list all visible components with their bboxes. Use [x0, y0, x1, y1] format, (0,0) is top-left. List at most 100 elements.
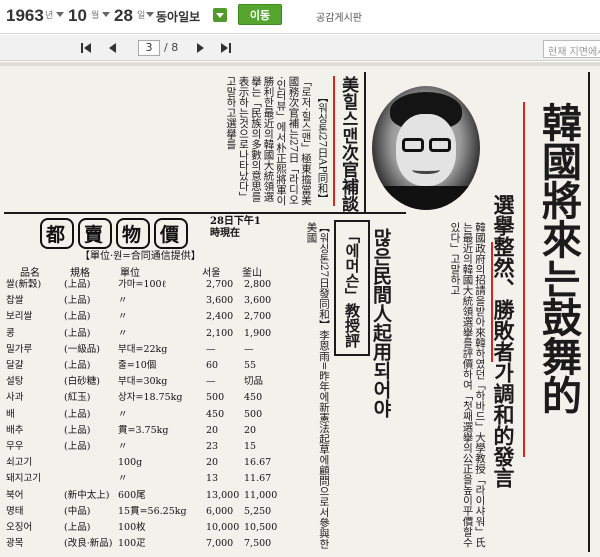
chevron-down-icon[interactable]	[102, 12, 110, 17]
table-row: 쌀(新穀) (上品) 가마=100ℓ 2,700 2,800	[6, 278, 272, 291]
table-cell: 20	[206, 424, 219, 436]
table-cell: 15貫=56.25kg	[118, 505, 187, 517]
day-select[interactable]: 28	[114, 5, 133, 27]
table-cell: 1,900	[244, 327, 272, 339]
page-navigation-bar: 3 / 8 현재 지면에서	[0, 35, 600, 61]
last-page-button[interactable]	[220, 41, 234, 55]
table-cell: —	[206, 343, 216, 355]
table-cell: 보리쌀	[6, 311, 33, 323]
main-subhead: 選擧整然、勝敗者가調和的發言	[491, 194, 516, 488]
last-page-icon	[229, 43, 231, 53]
table-cell: —	[206, 376, 216, 388]
paper-edge	[0, 62, 600, 66]
col-header: 品名	[20, 268, 40, 279]
portrait-photo	[372, 86, 480, 210]
table-cell: (中品)	[64, 505, 91, 517]
civil-article-subtitle: 「에머슨」教授評	[343, 228, 361, 348]
table-cell: 설탕	[6, 376, 24, 388]
photo-suit	[372, 186, 480, 210]
prev-page-button[interactable]	[106, 41, 120, 55]
table-cell: 광목	[6, 538, 24, 550]
table-cell: 배	[6, 408, 15, 420]
table-cell: 100疋	[118, 538, 146, 550]
year-unit: 년	[45, 11, 54, 21]
table-row: 북어 (新中太上) 600尾 13,000 11,000	[6, 489, 277, 502]
table-cell: 〃	[118, 295, 128, 307]
table-row: 설탕 (白砂糖) 부대=30kg — 切品	[6, 375, 272, 388]
table-cell: 450	[244, 392, 263, 404]
newspaper-dropdown-icon[interactable]	[213, 8, 227, 22]
month-select[interactable]: 10	[68, 5, 87, 27]
table-cell: (新中太上)	[64, 489, 110, 501]
first-page-arrow-icon	[84, 43, 91, 53]
table-cell: 7,000	[206, 538, 234, 550]
table-cell: 13,000	[206, 489, 240, 501]
col-header: 釜山	[242, 268, 262, 279]
table-cell: 북어	[6, 489, 24, 501]
table-cell: 오징어	[6, 522, 33, 533]
table-cell: 貫=3.75kg	[118, 424, 169, 436]
table-cell: 55	[244, 360, 257, 371]
chevron-down-icon[interactable]	[146, 12, 154, 17]
chevron-down-icon[interactable]	[56, 12, 64, 17]
table-cell: 2,800	[244, 279, 272, 290]
price-title-char: 價	[154, 218, 189, 249]
table-cell: 5,250	[244, 505, 272, 517]
table-cell: (上品)	[64, 360, 91, 371]
civil-article-body: 【워싱톤27日發同和】李恩雨=昨年에新憲法起草에顧問으로서參與한美國	[305, 222, 331, 549]
prev-page-icon	[109, 43, 116, 53]
table-cell: 600尾	[118, 489, 146, 501]
table-cell: 2,100	[206, 327, 234, 339]
table-cell: 15	[244, 441, 257, 452]
table-cell: 20	[244, 424, 257, 436]
main-headline: 韓國將來는鼓舞的	[535, 102, 582, 414]
go-button[interactable]: 이동	[238, 4, 282, 25]
table-cell: 60	[206, 360, 219, 371]
table-cell: 2,700	[244, 311, 272, 323]
red-highlight-line	[523, 102, 525, 457]
photo-glasses-left	[402, 138, 424, 152]
table-cell: 돼지고기	[6, 473, 41, 485]
table-cell: 20	[206, 457, 219, 469]
next-page-icon	[197, 43, 204, 53]
table-cell: 상자=18.75kg	[118, 392, 183, 404]
table-row: 배 (上品) 〃 450 500	[6, 408, 272, 421]
next-page-button[interactable]	[194, 41, 208, 55]
current-page-input[interactable]: 3	[138, 40, 160, 56]
last-page-arrow-icon	[221, 43, 228, 53]
table-cell: 6,000	[206, 505, 234, 517]
board-link[interactable]: 공감게시판	[316, 9, 362, 24]
table-cell: 〃	[118, 473, 128, 485]
red-highlight-line	[333, 76, 335, 206]
main-article-body: 韓國政府의招請을받아來韓하였던「하바드」大學教授「라이샤워」氏는最近의韓國大統領…	[449, 222, 486, 548]
table-cell: 10,500	[244, 522, 278, 533]
table-row: 광목 (改良·新品) 100疋 7,000 7,500	[6, 537, 272, 550]
page-search-input[interactable]: 현재 지면에서	[543, 40, 600, 58]
first-page-button[interactable]	[80, 41, 94, 55]
table-cell: 16.67	[244, 457, 272, 469]
year-select[interactable]: 1963	[6, 5, 44, 27]
total-pages: / 8	[164, 41, 179, 54]
table-cell: 배추	[6, 424, 24, 436]
table-row: 사과 (紅玉) 상자=18.75kg 500 450	[6, 391, 272, 404]
table-cell: 2,700	[206, 279, 234, 290]
table-cell: (上品)	[64, 424, 91, 436]
table-cell: —	[244, 343, 254, 355]
table-row: 돼지고기 〃 13 11.67	[6, 472, 272, 485]
photo-glasses-right	[429, 138, 451, 152]
col-header: 單位	[120, 268, 140, 279]
date-navigation-bar: 1963 년 10 월 28 일 동아일보 이동 공감게시판	[0, 0, 600, 34]
photo-mouth	[412, 166, 440, 174]
table-cell: 찹쌀	[6, 295, 24, 307]
table-cell: 쇠고기	[6, 457, 33, 469]
hilsman-dateline: 【워싱톤27日AP同和】	[316, 92, 329, 205]
section-divider	[4, 212, 406, 214]
table-cell: (上品)	[64, 522, 91, 533]
table-cell: 명태	[6, 505, 24, 517]
newspaper-select[interactable]: 동아일보	[156, 8, 200, 25]
table-cell: 7,500	[244, 538, 272, 550]
table-cell: 10,000	[206, 522, 240, 533]
table-cell: 3,600	[206, 295, 234, 307]
newspaper-page-scan[interactable]: 韓國將來는鼓舞的 選擧整然、勝敗者가調和的發言 韓國政府의招請을받아來韓하였던「…	[0, 62, 600, 557]
table-cell: 가마=100ℓ	[118, 279, 167, 290]
